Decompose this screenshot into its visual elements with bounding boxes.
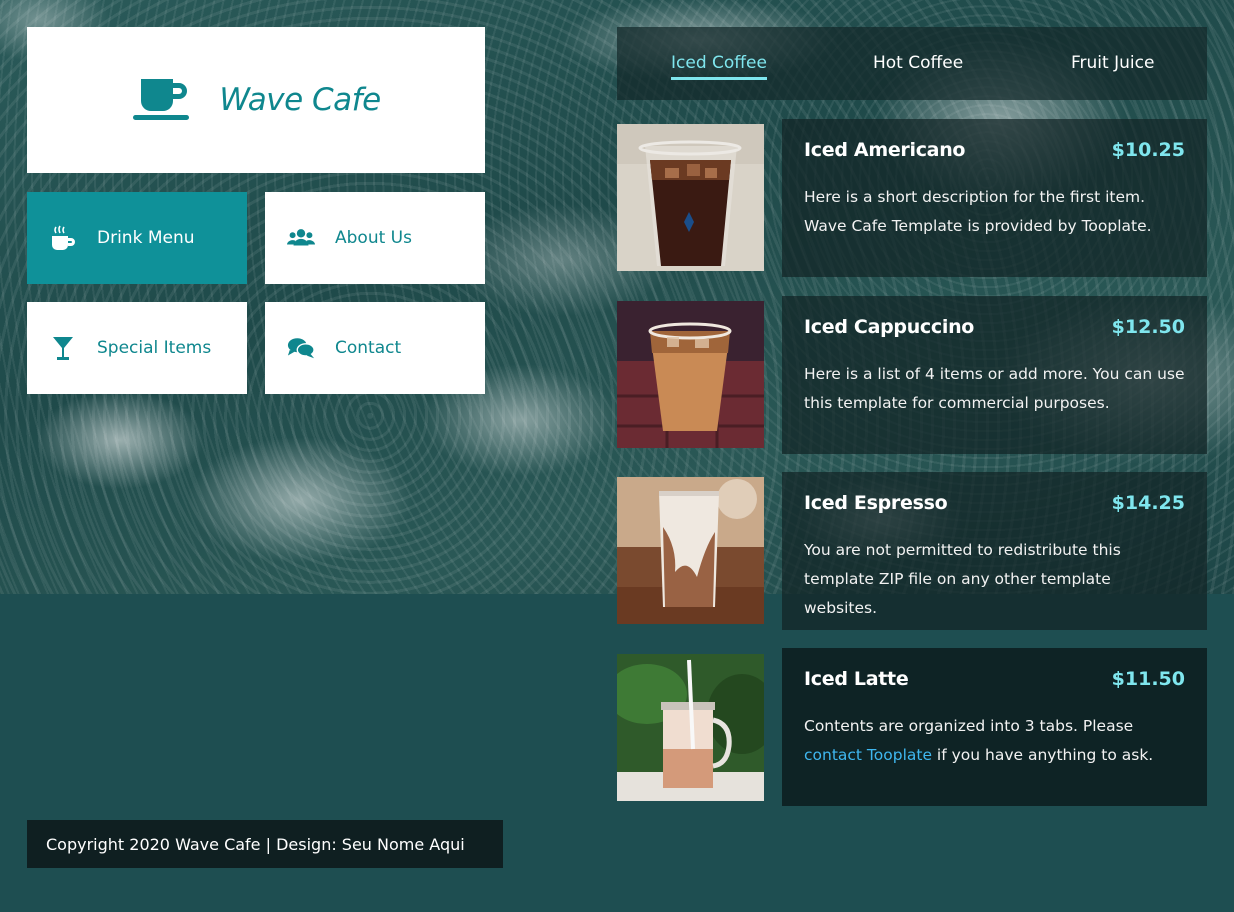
item-name: Iced Espresso <box>804 492 948 514</box>
users-icon <box>287 229 315 246</box>
nav-label: Contact <box>335 338 402 358</box>
item-name: Iced Americano <box>804 139 966 161</box>
item-name: Iced Cappuccino <box>804 316 975 338</box>
item-desc-line: Wave Cafe Template is provided by Toopla… <box>804 217 1152 235</box>
iced-americano-image <box>617 124 764 271</box>
logo-text: Wave Cafe <box>219 82 381 118</box>
drink-tabs: Iced Coffee Hot Coffee Fruit Juice <box>617 27 1207 100</box>
item-price: $11.50 <box>1111 668 1185 690</box>
contact-tooplate-link[interactable]: contact Tooplate <box>804 746 932 764</box>
tab-fruit-juice[interactable]: Fruit Juice <box>1071 53 1154 77</box>
item-description: You are not permitted to redistribute th… <box>804 536 1185 623</box>
tab-iced-coffee[interactable]: Iced Coffee <box>671 53 767 80</box>
item-price: $10.25 <box>1111 139 1185 161</box>
nav-label: Special Items <box>97 338 212 358</box>
item-desc-line: Contents are organized into 3 tabs. Plea… <box>804 717 1134 735</box>
item-desc-line: this template for commercial purposes. <box>804 394 1110 412</box>
tab-hot-coffee[interactable]: Hot Coffee <box>873 53 963 77</box>
nav-about-us[interactable]: About Us <box>265 192 485 284</box>
item-desc-text: if you have anything to ask. <box>932 746 1154 764</box>
menu-item-card: Iced Latte $11.50 Contents are organized… <box>782 648 1207 806</box>
nav-label: About Us <box>335 228 412 248</box>
item-description: Here is a short description for the firs… <box>804 183 1185 241</box>
nav-contact[interactable]: Contact <box>265 302 485 394</box>
logo[interactable]: Wave Cafe <box>27 27 485 173</box>
nav-special-items[interactable]: Special Items <box>27 302 247 394</box>
item-name: Iced Latte <box>804 668 909 690</box>
coffee-cup-icon <box>133 79 190 120</box>
nav-label: Drink Menu <box>97 228 195 248</box>
item-desc-line: template ZIP file on any other template … <box>804 570 1111 617</box>
item-desc-line: You are not permitted to redistribute th… <box>804 541 1121 559</box>
footer-copyright: Copyright 2020 Wave Cafe | Design: Seu N… <box>27 820 503 868</box>
item-price: $14.25 <box>1111 492 1185 514</box>
item-description: Contents are organized into 3 tabs. Plea… <box>804 712 1185 770</box>
nav-drink-menu[interactable]: Drink Menu <box>27 192 247 284</box>
item-price: $12.50 <box>1111 316 1185 338</box>
cocktail-icon <box>53 337 73 360</box>
menu-item-card: Iced Espresso $14.25 You are not permitt… <box>782 472 1207 630</box>
copyright-text: Copyright 2020 Wave Cafe | Design: Seu N… <box>46 834 465 854</box>
item-desc-line: Here is a short description for the firs… <box>804 188 1146 206</box>
menu-item-card: Iced Americano $10.25 Here is a short de… <box>782 119 1207 277</box>
iced-cappuccino-image <box>617 301 764 448</box>
item-desc-line: contact Tooplate if you have anything to… <box>804 741 1185 770</box>
menu-item-card: Iced Cappuccino $12.50 Here is a list of… <box>782 296 1207 454</box>
comments-icon <box>287 338 315 359</box>
iced-espresso-image <box>617 477 764 624</box>
mug-hot-icon <box>52 225 75 250</box>
item-description: Here is a list of 4 items or add more. Y… <box>804 360 1185 418</box>
iced-latte-image <box>617 654 764 801</box>
item-desc-line: Here is a list of 4 items or add more. Y… <box>804 365 1185 383</box>
